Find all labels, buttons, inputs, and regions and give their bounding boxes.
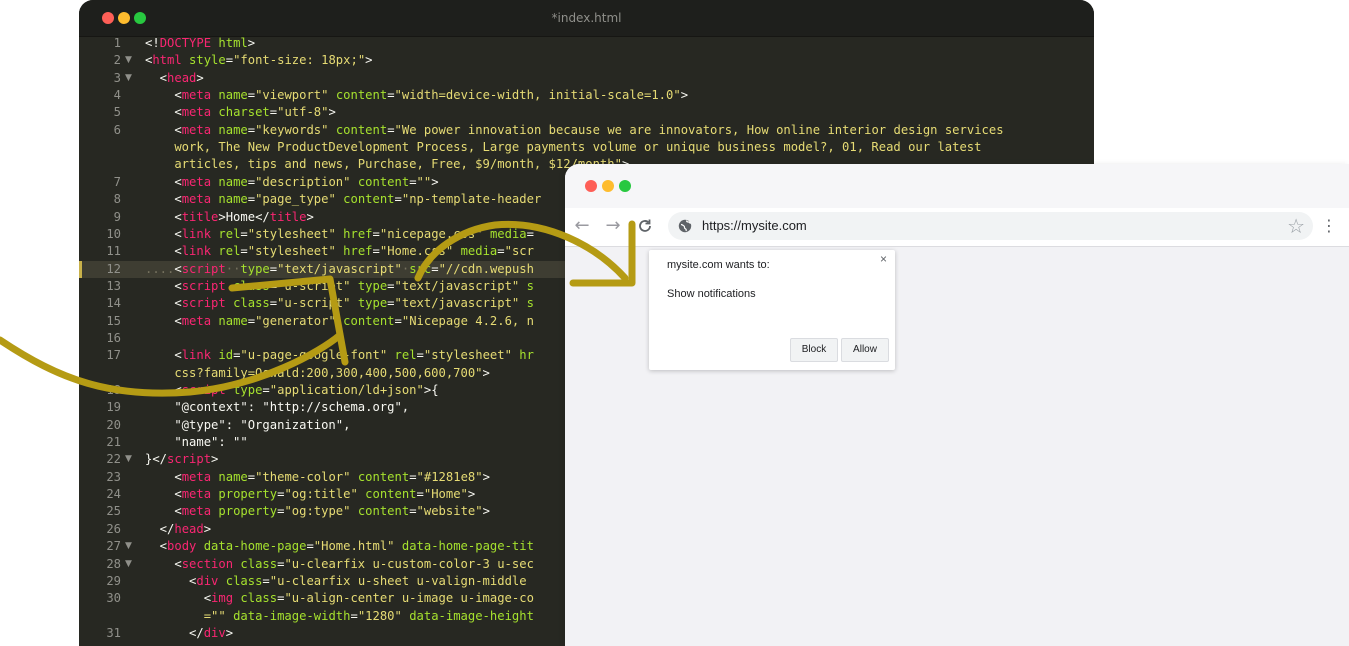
forward-arrow-icon[interactable]: → — [603, 216, 623, 236]
fold-toggle-icon[interactable]: ▼ — [125, 70, 132, 87]
code-text: <meta name="keywords" content="We power … — [145, 122, 1004, 137]
globe-icon — [678, 219, 692, 233]
allow-button[interactable]: Allow — [841, 338, 889, 362]
line-number: 3 — [113, 70, 121, 85]
code-text: <link rel="stylesheet" href="Home.css" m… — [145, 244, 534, 259]
line-number: 10 — [106, 226, 121, 241]
code-text: <meta name="description" content=""> — [145, 174, 439, 189]
browser-toolbar: ← → https://mysite.com ☆ ⋮ — [565, 208, 1349, 247]
fold-toggle-icon[interactable]: ▼ — [125, 556, 132, 573]
line-number: 23 — [106, 469, 121, 484]
code-text: <meta property="og:type" content="websit… — [145, 504, 490, 519]
browser-close-button[interactable] — [585, 180, 597, 192]
code-text: <meta name="viewport" content="width=dev… — [145, 88, 689, 103]
editor-file-title: *index.html — [551, 11, 622, 25]
line-number: 5 — [113, 105, 121, 120]
code-text: <div class="u-clearfix u-sheet u-valign-… — [145, 573, 527, 588]
code-text: <body data-home-page="Home.html" data-ho… — [145, 539, 534, 554]
code-text: css?family=Oswald:200,300,400,500,600,70… — [145, 365, 490, 380]
code-text: <link id="u-page-google-font" rel="style… — [145, 348, 534, 363]
line-number: 2 — [113, 53, 121, 68]
browser-maximize-button[interactable] — [619, 180, 631, 192]
kebab-menu-icon[interactable]: ⋮ — [1321, 216, 1337, 236]
popup-body: Show notifications — [667, 288, 756, 300]
line-number: 16 — [106, 330, 121, 345]
fold-toggle-icon[interactable]: ▼ — [125, 451, 132, 468]
code-line[interactable]: work, The New ProductDevelopment Process… — [79, 139, 1094, 156]
line-number: 13 — [106, 278, 121, 293]
popup-close-icon[interactable]: × — [880, 252, 887, 266]
code-text: ....<script··type="text/javascript"·src=… — [145, 261, 534, 276]
line-number: 31 — [106, 625, 121, 640]
browser-window: ← → https://mysite.com ☆ ⋮ × mysite.com … — [565, 164, 1349, 646]
code-text: ="" data-image-width="1280" data-image-h… — [145, 608, 534, 623]
line-number: 21 — [106, 435, 121, 450]
code-text: <title>Home</title> — [145, 209, 314, 224]
code-text: "@type": "Organization", — [145, 417, 351, 432]
popup-heading: mysite.com wants to: — [667, 259, 770, 271]
fold-toggle-icon[interactable]: ▼ — [125, 538, 132, 555]
editor-titlebar: *index.html — [79, 0, 1094, 37]
line-number: 28 — [106, 556, 121, 571]
code-text: <section class="u-clearfix u-custom-colo… — [145, 556, 534, 571]
line-number: 12 — [106, 261, 121, 276]
code-line[interactable]: 3 ▼ <head> — [79, 70, 1094, 87]
code-text: <meta name="page_type" content="np-templ… — [145, 192, 542, 207]
back-arrow-icon[interactable]: ← — [572, 216, 592, 236]
code-line[interactable]: 6 <meta name="keywords" content="We powe… — [79, 122, 1094, 139]
code-text: "@context": "http://schema.org", — [145, 400, 410, 415]
code-line[interactable]: 4 <meta name="viewport" content="width=d… — [79, 87, 1094, 104]
code-line[interactable]: 5 <meta charset="utf-8"> — [79, 104, 1094, 121]
line-number: 19 — [106, 400, 121, 415]
line-number: 4 — [113, 88, 121, 103]
code-text: <html style="font-size: 18px;"> — [145, 53, 373, 68]
notification-permission-popup: × mysite.com wants to: Show notification… — [649, 250, 895, 370]
code-text: }</script> — [145, 452, 219, 467]
line-number: 25 — [106, 504, 121, 519]
code-text: <script class="u-script" type="text/java… — [145, 278, 534, 293]
fold-toggle-icon[interactable]: ▼ — [125, 52, 132, 69]
line-number: 30 — [106, 591, 121, 606]
code-text: work, The New ProductDevelopment Process… — [145, 140, 982, 155]
line-number: 17 — [106, 348, 121, 363]
line-number: 6 — [113, 122, 121, 137]
code-text: "name": "" — [145, 435, 248, 450]
code-text: <link rel="stylesheet" href="nicepage.cs… — [145, 226, 534, 241]
code-text: <script class="u-script" type="text/java… — [145, 296, 534, 311]
browser-titlebar — [565, 164, 1349, 208]
url-text: https://mysite.com — [702, 218, 807, 233]
reload-icon[interactable] — [635, 216, 655, 236]
code-text: <img class="u-align-center u-image u-ima… — [145, 591, 534, 606]
line-number: 15 — [106, 313, 121, 328]
line-number: 9 — [113, 209, 121, 224]
code-text: <meta property="og:title" content="Home"… — [145, 487, 476, 502]
line-number: 20 — [106, 417, 121, 432]
bookmark-star-icon[interactable]: ☆ — [1287, 214, 1305, 238]
browser-minimize-button[interactable] — [602, 180, 614, 192]
address-bar[interactable]: https://mysite.com ☆ — [668, 212, 1313, 240]
block-button[interactable]: Block — [790, 338, 838, 362]
code-text: <meta name="generator" content="Nicepage… — [145, 313, 534, 328]
line-number: 22 — [106, 452, 121, 467]
code-text: <meta charset="utf-8"> — [145, 105, 336, 120]
line-number: 26 — [106, 521, 121, 536]
line-number: 24 — [106, 487, 121, 502]
code-text: <script type="application/ld+json">{ — [145, 383, 439, 397]
code-text: </head> — [145, 521, 212, 536]
line-number: 18 — [106, 383, 121, 397]
code-text: articles, tips and news, Purchase, Free,… — [145, 157, 629, 172]
line-number: 7 — [113, 174, 121, 189]
code-line[interactable]: 2 ▼ <html style="font-size: 18px;"> — [79, 52, 1094, 69]
line-number: 11 — [106, 244, 121, 259]
line-number: 1 — [113, 36, 121, 50]
line-number: 29 — [106, 573, 121, 588]
code-text: <head> — [145, 70, 204, 85]
code-text: </div> — [145, 625, 234, 640]
code-text: <!DOCTYPE html> — [145, 36, 256, 50]
line-number: 8 — [113, 192, 121, 207]
line-number: 27 — [106, 539, 121, 554]
code-text: <meta name="theme-color" content="#1281e… — [145, 469, 490, 484]
line-number: 14 — [106, 296, 121, 311]
code-line[interactable]: 1 <!DOCTYPE html> — [79, 35, 1094, 52]
